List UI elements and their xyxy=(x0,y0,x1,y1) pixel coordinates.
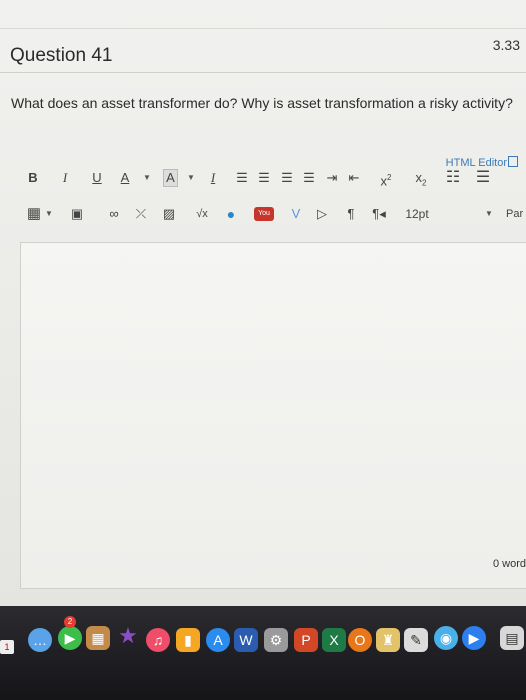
chevron-down-icon[interactable]: ▼ xyxy=(44,203,54,225)
powerpoint-icon[interactable]: P xyxy=(294,628,318,652)
chevron-down-icon[interactable]: ▼ xyxy=(142,167,152,189)
divider xyxy=(0,28,526,29)
html-editor-icon xyxy=(508,156,518,167)
toolbar-row-1: B I U A ▼ A ▼ I ☰ ☰ ☰ ☰ ⇥ ⇤ x2 x2 ☷ ☰ xyxy=(0,167,526,189)
subscript-button[interactable]: x2 xyxy=(413,167,429,189)
italic-button[interactable]: I xyxy=(58,167,72,189)
rtl-icon[interactable]: ¶◂ xyxy=(370,203,388,225)
messages-icon[interactable]: … xyxy=(28,628,52,652)
preferences-icon[interactable]: ⚙ xyxy=(264,628,288,652)
youtube-icon[interactable]: You xyxy=(254,207,274,221)
toolbar-row-2: ▦ ▼ ▣ ∞ ⤫ ▨ √x ● You V ▷ ¶ ¶◂ 12pt ▼ Par xyxy=(0,203,526,225)
quiz-page: 3.33 Question 41 What does an asset tran… xyxy=(0,0,526,610)
justify-icon[interactable]: ☰ xyxy=(301,167,317,189)
word-icon[interactable]: W xyxy=(234,628,258,652)
superscript-button[interactable]: x2 xyxy=(378,167,394,189)
math-button[interactable]: √x xyxy=(190,203,214,225)
trash-icon[interactable]: ▤ xyxy=(500,626,524,650)
indent-icon[interactable]: ⇥ xyxy=(324,167,340,189)
photo-booth-icon[interactable]: ▦ xyxy=(86,626,110,650)
question-points: 3.33 xyxy=(492,37,520,53)
safari-icon[interactable]: ◉ xyxy=(434,626,458,650)
font-size-select[interactable]: 12pt xyxy=(402,203,432,225)
table-icon[interactable]: ▦ xyxy=(26,203,42,225)
zoom-icon[interactable]: ▶ xyxy=(462,626,486,650)
question-text: What does an asset transformer do? Why i… xyxy=(11,95,513,111)
ltr-icon[interactable]: ¶ xyxy=(343,203,359,225)
preview-icon[interactable]: ✎ xyxy=(404,628,428,652)
facetime-icon[interactable]: ▶ xyxy=(58,626,82,650)
star-icon[interactable]: ★ xyxy=(116,624,140,648)
bullet-list-icon[interactable]: ☷ xyxy=(444,167,462,189)
divider xyxy=(0,72,526,73)
unlink-icon[interactable]: ⤫ xyxy=(133,203,149,225)
finder-icon[interactable]: ♜ xyxy=(376,628,400,652)
calendar-icon[interactable]: 1 xyxy=(0,640,14,654)
media-icon[interactable]: ▣ xyxy=(68,203,86,225)
answer-editor[interactable] xyxy=(20,242,526,589)
align-right-icon[interactable]: ☰ xyxy=(279,167,295,189)
cloud-icon[interactable]: ● xyxy=(223,203,239,225)
outlook-icon[interactable]: O xyxy=(348,628,372,652)
outdent-icon[interactable]: ⇤ xyxy=(346,167,362,189)
books-icon[interactable]: ▮ xyxy=(176,628,200,652)
question-title: Question 41 xyxy=(10,45,113,66)
dock: 1 … ▶ 2 ▦ ★ ♫ ▮ A W ⚙ P X O ♜ ✎ ◉ ▶ ▤ xyxy=(0,606,526,700)
numbered-list-icon[interactable]: ☰ xyxy=(474,167,492,189)
paragraph-select[interactable]: Par xyxy=(506,203,526,225)
chevron-down-icon[interactable]: ▼ xyxy=(484,203,494,225)
underline-button[interactable]: U xyxy=(90,167,104,189)
chevron-down-icon[interactable]: ▼ xyxy=(186,167,196,189)
excel-icon[interactable]: X xyxy=(322,628,346,652)
music-icon[interactable]: ♫ xyxy=(146,628,170,652)
align-left-icon[interactable]: ☰ xyxy=(234,167,250,189)
clear-formatting-button[interactable]: I xyxy=(205,167,221,189)
notification-badge: 2 xyxy=(64,616,76,628)
highlight-button[interactable]: A xyxy=(163,169,178,187)
vimeo-icon[interactable]: V xyxy=(288,203,304,225)
bold-button[interactable]: B xyxy=(26,167,40,189)
align-center-icon[interactable]: ☰ xyxy=(256,167,272,189)
word-count: 0 word xyxy=(492,558,526,570)
link-icon[interactable]: ∞ xyxy=(106,203,122,225)
embed-icon[interactable]: ▷ xyxy=(314,203,330,225)
app-store-icon[interactable]: A xyxy=(206,628,230,652)
image-icon[interactable]: ▨ xyxy=(161,203,177,225)
font-color-button[interactable]: A xyxy=(118,167,132,189)
